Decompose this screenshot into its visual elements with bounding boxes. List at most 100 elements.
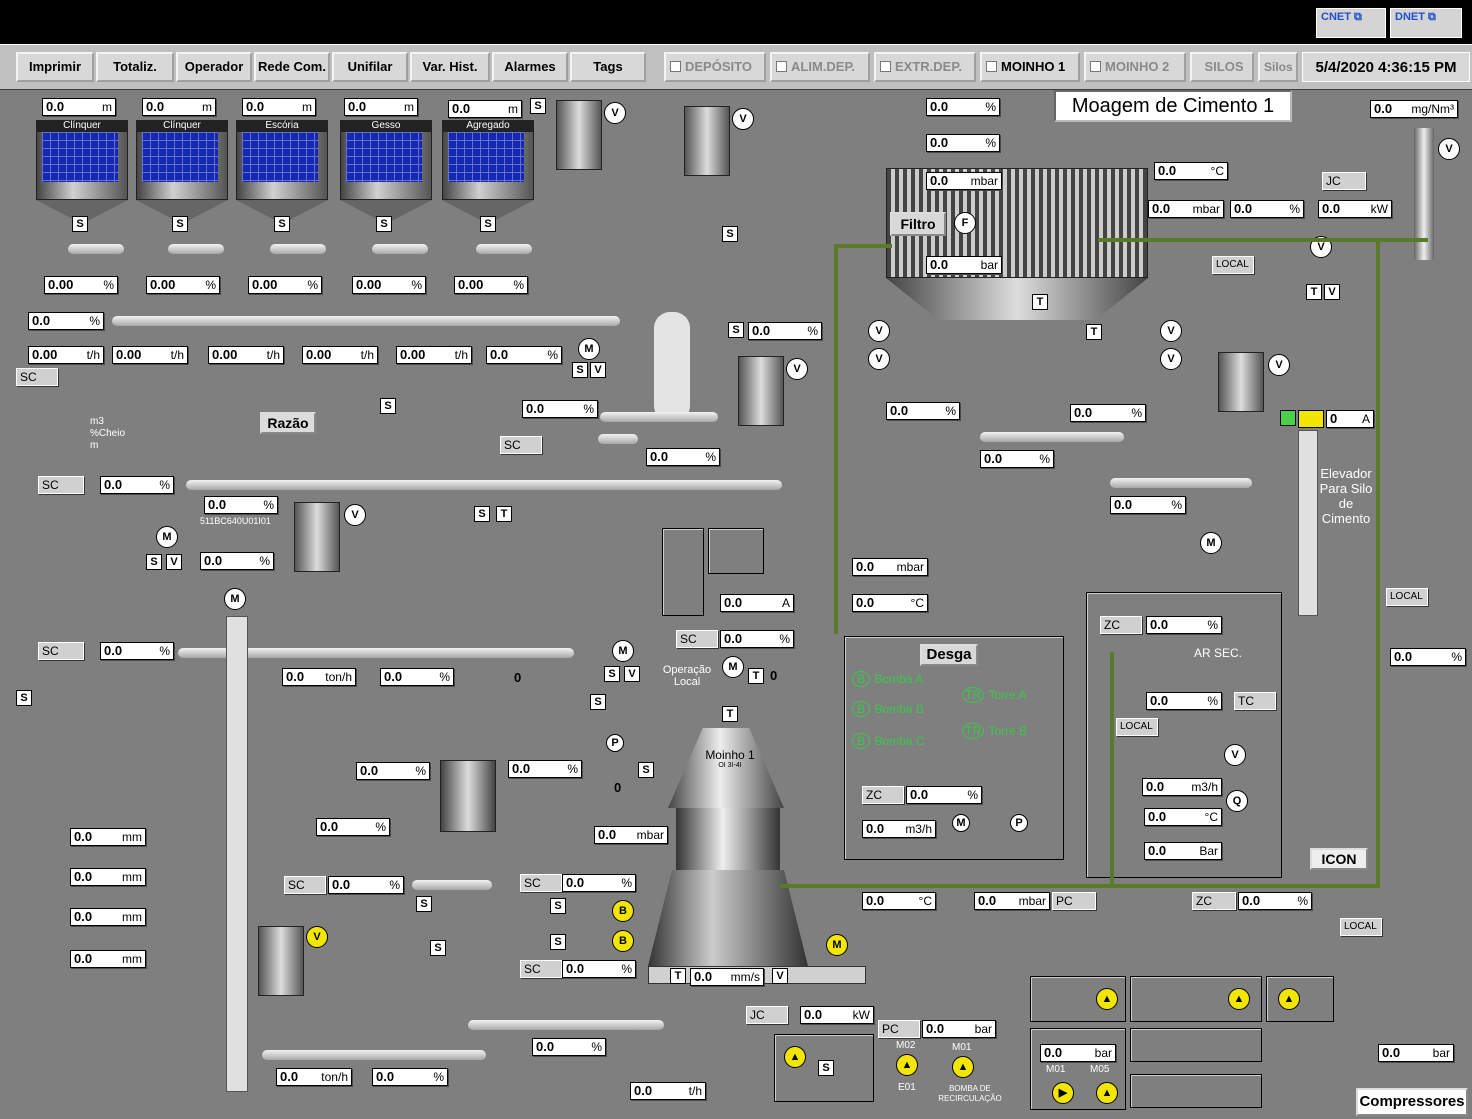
fan-icon-active[interactable]: V bbox=[306, 926, 328, 948]
s-button[interactable]: S bbox=[480, 216, 496, 232]
totalize-button[interactable]: Totaliz. bbox=[96, 52, 174, 82]
s-button[interactable]: S bbox=[380, 398, 396, 414]
sc-controller-tag[interactable]: SC bbox=[38, 476, 84, 494]
area-alim-dep[interactable]: ALIM.DEP. bbox=[770, 52, 870, 82]
s-button[interactable]: S bbox=[604, 666, 620, 682]
local-tag[interactable]: LOCAL bbox=[1212, 256, 1254, 274]
v-button[interactable]: V bbox=[166, 554, 182, 570]
s-button[interactable]: S bbox=[474, 506, 490, 522]
v-button[interactable]: V bbox=[1324, 284, 1340, 300]
main-motor-icon[interactable]: M bbox=[826, 934, 848, 956]
desga-button[interactable]: Desga bbox=[920, 644, 978, 666]
fan-icon[interactable]: V bbox=[1268, 354, 1290, 376]
t-button[interactable]: T bbox=[496, 506, 512, 522]
t-button[interactable]: T bbox=[670, 968, 686, 984]
pump-b-icon[interactable]: B bbox=[612, 930, 634, 952]
bomba-a[interactable]: B Bomba A bbox=[852, 670, 923, 688]
motor-running-icon[interactable] bbox=[1298, 410, 1324, 428]
valve-p-icon[interactable]: P bbox=[606, 734, 624, 752]
pc-controller-tag[interactable]: PC bbox=[878, 1020, 920, 1038]
filter-f-icon[interactable]: F bbox=[954, 212, 976, 234]
zc-controller-tag[interactable]: ZC bbox=[862, 786, 904, 804]
torre-a[interactable]: TR Torre A bbox=[962, 686, 1026, 704]
area-deposito[interactable]: DEPÓSITO bbox=[664, 52, 766, 82]
s-button[interactable]: S bbox=[728, 322, 744, 338]
unifilar-button[interactable]: Unifilar bbox=[332, 52, 408, 82]
zc-controller-tag[interactable]: ZC bbox=[1192, 892, 1236, 910]
icon-button[interactable]: ICON bbox=[1310, 848, 1368, 870]
s-button[interactable]: S bbox=[416, 896, 432, 912]
filter-button[interactable]: Filtro bbox=[890, 212, 946, 236]
s-button[interactable]: S bbox=[638, 762, 654, 778]
valve-p-icon[interactable]: P bbox=[1010, 814, 1028, 832]
s-button[interactable]: S bbox=[572, 362, 588, 378]
jc-controller-tag[interactable]: JC bbox=[1322, 172, 1366, 190]
t-button[interactable]: T bbox=[1306, 284, 1322, 300]
silo-escoria[interactable]: Escória bbox=[236, 120, 328, 224]
s-button[interactable]: S bbox=[550, 934, 566, 950]
s-button[interactable]: S bbox=[274, 216, 290, 232]
pump-m01-icon[interactable]: ▲ bbox=[952, 1056, 974, 1078]
compressor-icon[interactable]: ▶ bbox=[1052, 1082, 1074, 1104]
tags-button[interactable]: Tags bbox=[570, 52, 646, 82]
motor-icon[interactable]: M bbox=[1200, 532, 1222, 554]
local-tag[interactable]: LOCAL bbox=[1386, 588, 1428, 606]
torre-b[interactable]: TR Torre B bbox=[962, 722, 1027, 740]
sc-controller-tag[interactable]: SC bbox=[520, 874, 562, 892]
sc-controller-tag[interactable]: SC bbox=[38, 642, 84, 660]
s-button[interactable]: S bbox=[72, 216, 88, 232]
s-button[interactable]: S bbox=[530, 98, 546, 114]
fan-icon[interactable]: V bbox=[786, 358, 808, 380]
fan-icon[interactable]: V bbox=[868, 320, 890, 342]
bomba-b[interactable]: B Bomba B bbox=[852, 700, 924, 718]
motor-icon[interactable]: M bbox=[722, 656, 744, 678]
jc-controller-tag[interactable]: JC bbox=[746, 1006, 788, 1024]
sc-controller-tag[interactable]: SC bbox=[16, 368, 58, 386]
sc-controller-tag[interactable]: SC bbox=[500, 436, 542, 454]
fan-icon[interactable]: V bbox=[344, 504, 366, 526]
s-button[interactable]: S bbox=[172, 216, 188, 232]
dnet-network-button[interactable]: DNET ⧉ bbox=[1390, 8, 1462, 38]
print-button[interactable]: Imprimir bbox=[16, 52, 94, 82]
compressors-button[interactable]: Compressores bbox=[1356, 1088, 1468, 1116]
t-button[interactable]: T bbox=[1032, 294, 1048, 310]
fan-icon[interactable]: V bbox=[732, 108, 754, 130]
s-button[interactable]: S bbox=[818, 1060, 834, 1076]
t-button[interactable]: T bbox=[748, 668, 764, 684]
zc-controller-tag[interactable]: ZC bbox=[1100, 616, 1142, 634]
v-button[interactable]: V bbox=[590, 362, 606, 378]
silo-gesso[interactable]: Gesso bbox=[340, 120, 432, 224]
area-extr-dep[interactable]: EXTR.DEP. bbox=[874, 52, 976, 82]
compressor-icon[interactable]: ▲ bbox=[1228, 988, 1250, 1010]
s-button[interactable]: S bbox=[590, 694, 606, 710]
compressor-icon[interactable]: ▲ bbox=[1278, 988, 1300, 1010]
area-moinho-2[interactable]: MOINHO 2 bbox=[1084, 52, 1186, 82]
pump-icon[interactable]: ▲ bbox=[784, 1046, 806, 1068]
s-button[interactable]: S bbox=[550, 898, 566, 914]
tc-controller-tag[interactable]: TC bbox=[1234, 692, 1276, 710]
s-button[interactable]: S bbox=[722, 226, 738, 242]
ratio-button[interactable]: Razão bbox=[260, 412, 316, 434]
local-tag[interactable]: LOCAL bbox=[1340, 918, 1382, 936]
area-silos[interactable]: SILOS bbox=[1190, 52, 1254, 82]
area-moinho-1[interactable]: MOINHO 1 bbox=[980, 52, 1080, 82]
motor-icon[interactable]: M bbox=[578, 338, 600, 360]
hist-var-button[interactable]: Var. Hist. bbox=[410, 52, 490, 82]
silo-clinquer-2[interactable]: Clínquer bbox=[136, 120, 228, 224]
s-button[interactable]: S bbox=[376, 216, 392, 232]
v-button[interactable]: V bbox=[772, 968, 788, 984]
silo-clinquer-1[interactable]: Clínquer bbox=[36, 120, 128, 224]
s-button[interactable]: S bbox=[146, 554, 162, 570]
fan-icon[interactable]: V bbox=[604, 102, 626, 124]
cnet-network-button[interactable]: CNET ⧉ bbox=[1316, 8, 1386, 38]
pc-controller-tag[interactable]: PC bbox=[1052, 892, 1096, 910]
fan-icon[interactable]: V bbox=[1224, 744, 1246, 766]
fan-icon[interactable]: V bbox=[1160, 348, 1182, 370]
flow-q-icon[interactable]: Q bbox=[1226, 790, 1248, 812]
local-tag[interactable]: LOCAL bbox=[1116, 718, 1158, 736]
motor-icon[interactable]: M bbox=[156, 526, 178, 548]
operator-button[interactable]: Operador bbox=[176, 52, 252, 82]
compressor-icon[interactable]: ▲ bbox=[1096, 988, 1118, 1010]
motor-icon[interactable]: M bbox=[224, 588, 246, 610]
bomba-c[interactable]: B Bomba C bbox=[852, 732, 925, 750]
